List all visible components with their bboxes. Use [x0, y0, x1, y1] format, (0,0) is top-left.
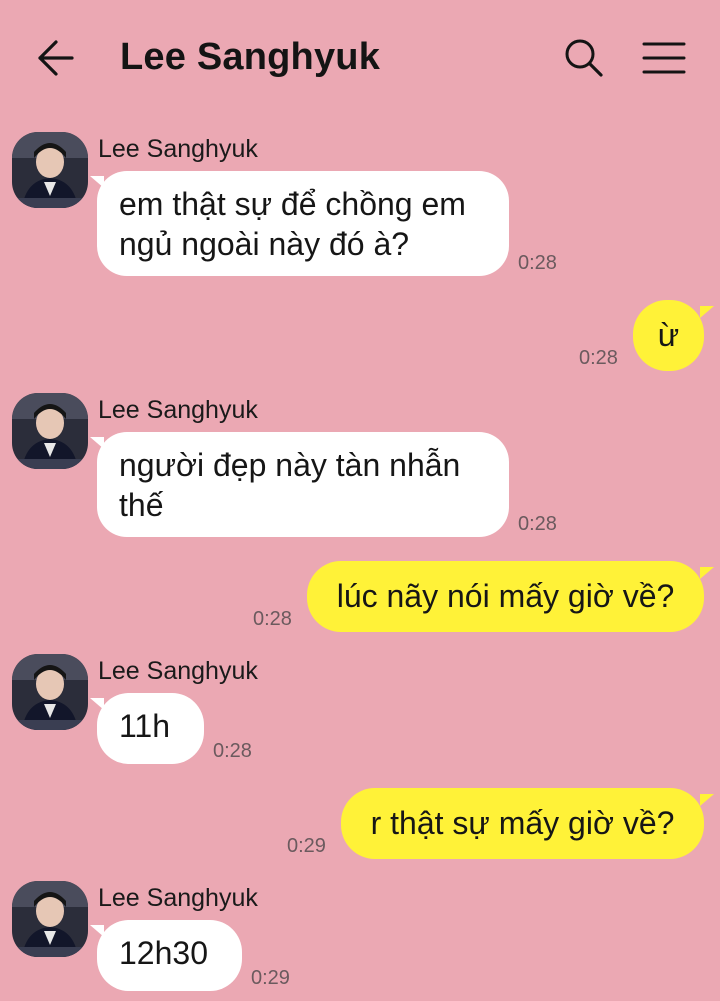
message-bubble-outgoing[interactable]: r thật sự mấy giờ về?	[341, 788, 704, 859]
message-line: 12h30	[119, 935, 208, 971]
search-button[interactable]	[562, 36, 606, 80]
message-line: người đẹp này tàn nhẫn	[119, 447, 461, 483]
hamburger-menu-icon	[642, 42, 686, 74]
message-bubble-incoming[interactable]: 12h30	[97, 920, 242, 991]
message-line: thế	[119, 487, 164, 523]
message-line: em thật sự để chồng em	[119, 186, 466, 222]
message-line: lúc nãy nói mấy giờ về?	[336, 578, 675, 614]
sender-avatar[interactable]	[12, 393, 88, 469]
message-line: ngủ ngoài này đó à?	[119, 226, 410, 262]
sender-name: Lee Sanghyuk	[98, 135, 258, 163]
sender-name: Lee Sanghyuk	[98, 657, 258, 685]
message-line: 11h	[119, 708, 171, 744]
sender-name: Lee Sanghyuk	[98, 884, 258, 912]
message-time: 0:29	[287, 835, 326, 857]
message-bubble-incoming[interactable]: em thật sự để chồng em ngủ ngoài này đó …	[97, 171, 509, 276]
message-time: 0:28	[518, 513, 557, 535]
bubble-tail	[700, 794, 714, 806]
message-bubble-outgoing[interactable]: lúc nãy nói mấy giờ về?	[307, 561, 704, 632]
message-time: 0:28	[518, 252, 557, 274]
profile-photo	[12, 654, 88, 730]
message-time: 0:28	[253, 608, 292, 630]
bubble-tail	[700, 306, 714, 318]
sender-avatar[interactable]	[12, 881, 88, 957]
profile-photo	[12, 881, 88, 957]
chat-header: Lee Sanghyuk	[0, 0, 720, 118]
message-time: 0:28	[579, 347, 618, 369]
bubble-tail	[700, 567, 714, 579]
sender-name: Lee Sanghyuk	[98, 396, 258, 424]
search-icon	[565, 39, 603, 77]
message-time: 0:29	[251, 967, 290, 989]
arrow-left-icon	[38, 40, 74, 76]
message-bubble-incoming[interactable]: 11h	[97, 693, 204, 764]
profile-photo	[12, 393, 88, 469]
chat-title: Lee Sanghyuk	[120, 36, 381, 78]
sender-avatar[interactable]	[12, 654, 88, 730]
back-button[interactable]	[36, 38, 80, 78]
message-line: r thật sự mấy giờ về?	[370, 805, 675, 841]
menu-button[interactable]	[640, 38, 688, 78]
sender-avatar[interactable]	[12, 132, 88, 208]
message-time: 0:28	[213, 740, 252, 762]
message-bubble-outgoing[interactable]: ừ	[633, 300, 704, 371]
message-bubble-incoming[interactable]: người đẹp này tàn nhẫn thế	[97, 432, 509, 537]
profile-photo	[12, 132, 88, 208]
message-line: ừ	[657, 317, 680, 353]
